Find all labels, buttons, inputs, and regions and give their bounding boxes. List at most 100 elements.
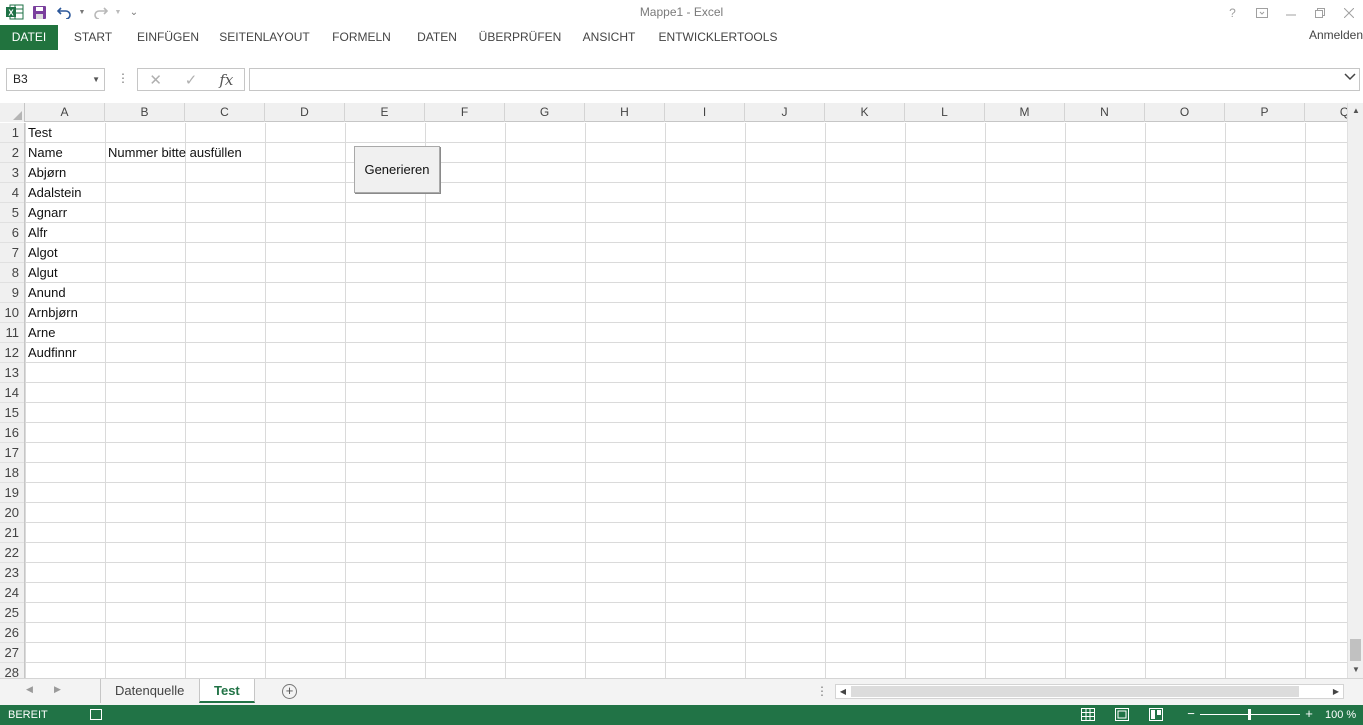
- row-header[interactable]: 28: [0, 663, 24, 678]
- row-header[interactable]: 27: [0, 643, 24, 663]
- zoom-in-icon[interactable]: +: [1304, 707, 1314, 720]
- tab-split-handle[interactable]: ⋮: [816, 684, 828, 698]
- row-header[interactable]: 22: [0, 543, 24, 563]
- cell-a9[interactable]: Anund: [25, 283, 66, 303]
- row-header[interactable]: 19: [0, 483, 24, 503]
- row-header[interactable]: 14: [0, 383, 24, 403]
- row-header[interactable]: 10: [0, 303, 24, 323]
- row-header[interactable]: 17: [0, 443, 24, 463]
- column-header[interactable]: P: [1225, 103, 1305, 122]
- column-header[interactable]: L: [905, 103, 985, 122]
- tab-data[interactable]: DATEN: [407, 25, 467, 50]
- row-header[interactable]: 2: [0, 143, 24, 163]
- tab-formulas[interactable]: FORMELN: [324, 25, 399, 50]
- add-sheet-icon[interactable]: +: [282, 684, 297, 699]
- close-icon[interactable]: [1334, 0, 1363, 25]
- cell-a5[interactable]: Agnarr: [25, 203, 67, 223]
- row-header[interactable]: 5: [0, 203, 24, 223]
- formula-input[interactable]: [249, 68, 1360, 91]
- column-header[interactable]: C: [185, 103, 265, 122]
- column-header[interactable]: F: [425, 103, 505, 122]
- column-header[interactable]: A: [25, 103, 105, 122]
- row-header[interactable]: 9: [0, 283, 24, 303]
- row-header[interactable]: 7: [0, 243, 24, 263]
- column-header[interactable]: I: [665, 103, 745, 122]
- row-header[interactable]: 13: [0, 363, 24, 383]
- help-icon[interactable]: ?: [1218, 0, 1247, 25]
- column-header[interactable]: M: [985, 103, 1065, 122]
- row-header[interactable]: 3: [0, 163, 24, 183]
- row-header[interactable]: 20: [0, 503, 24, 523]
- cell-area[interactable]: Test Name Nummer bitte ausfüllen Abjørn …: [25, 123, 1347, 678]
- column-header[interactable]: J: [745, 103, 825, 122]
- cell-a8[interactable]: Algut: [25, 263, 58, 283]
- confirm-entry-icon[interactable]: ✓: [173, 69, 208, 90]
- cell-a10[interactable]: Arnbjørn: [25, 303, 78, 323]
- ribbon-display-options-icon[interactable]: [1247, 0, 1276, 25]
- tab-page-layout[interactable]: SEITENLAYOUT: [213, 25, 316, 50]
- horizontal-scroll-thumb[interactable]: [851, 686, 1299, 697]
- insert-function-icon[interactable]: fx: [209, 69, 244, 90]
- cell-b2[interactable]: Nummer bitte ausfüllen: [105, 143, 242, 163]
- row-header[interactable]: 25: [0, 603, 24, 623]
- next-sheet-icon[interactable]: ▶: [54, 684, 61, 695]
- column-header[interactable]: N: [1065, 103, 1145, 122]
- column-header[interactable]: H: [585, 103, 665, 122]
- chevron-down-icon[interactable]: ▼: [92, 69, 100, 90]
- row-header[interactable]: 11: [0, 323, 24, 343]
- minimize-icon[interactable]: [1276, 0, 1305, 25]
- row-header[interactable]: 1: [0, 123, 24, 143]
- column-header[interactable]: B: [105, 103, 185, 122]
- zoom-level[interactable]: 100 %: [1325, 709, 1356, 721]
- column-header[interactable]: O: [1145, 103, 1225, 122]
- row-header[interactable]: 6: [0, 223, 24, 243]
- tab-start[interactable]: START: [62, 25, 124, 50]
- tab-insert[interactable]: EINFÜGEN: [128, 25, 208, 50]
- tab-file[interactable]: DATEI: [0, 25, 58, 50]
- tab-developer[interactable]: ENTWICKLERTOOLS: [653, 25, 783, 50]
- normal-view-icon[interactable]: [1080, 707, 1096, 722]
- cell-a2[interactable]: Name: [25, 143, 63, 163]
- column-header[interactable]: G: [505, 103, 585, 122]
- scroll-down-icon[interactable]: ▼: [1348, 662, 1363, 678]
- horizontal-scrollbar[interactable]: ◀ ▶: [835, 684, 1344, 699]
- row-header[interactable]: 4: [0, 183, 24, 203]
- sheet-tab-test[interactable]: Test: [199, 679, 255, 703]
- vertical-scrollbar[interactable]: ▲ ▼: [1347, 103, 1363, 678]
- scroll-up-icon[interactable]: ▲: [1348, 103, 1363, 119]
- generate-button[interactable]: Generieren: [354, 146, 440, 193]
- tab-review[interactable]: ÜBERPRÜFEN: [474, 25, 566, 50]
- scroll-right-icon[interactable]: ▶: [1329, 685, 1343, 698]
- page-layout-view-icon[interactable]: [1114, 707, 1130, 722]
- column-header[interactable]: E: [345, 103, 425, 122]
- vertical-scroll-thumb[interactable]: [1350, 639, 1361, 661]
- row-header[interactable]: 15: [0, 403, 24, 423]
- cell-a12[interactable]: Audfinnr: [25, 343, 76, 363]
- sheet-tab-datenquelle[interactable]: Datenquelle: [100, 679, 198, 703]
- row-header[interactable]: 24: [0, 583, 24, 603]
- select-all-corner[interactable]: [0, 103, 25, 122]
- row-header[interactable]: 23: [0, 563, 24, 583]
- restore-icon[interactable]: [1305, 0, 1334, 25]
- scroll-left-icon[interactable]: ◀: [836, 685, 850, 698]
- expand-formula-bar-icon[interactable]: [1344, 72, 1356, 84]
- row-header[interactable]: 8: [0, 263, 24, 283]
- zoom-slider-knob[interactable]: [1248, 708, 1251, 720]
- cell-a3[interactable]: Abjørn: [25, 163, 66, 183]
- row-header[interactable]: 12: [0, 343, 24, 363]
- cell-a11[interactable]: Arne: [25, 323, 55, 343]
- column-header[interactable]: K: [825, 103, 905, 122]
- cell-a1[interactable]: Test: [25, 123, 52, 143]
- row-header[interactable]: 26: [0, 623, 24, 643]
- row-header[interactable]: 16: [0, 423, 24, 443]
- cancel-entry-icon[interactable]: ✕: [138, 69, 173, 90]
- zoom-slider[interactable]: [1200, 708, 1300, 720]
- cell-a4[interactable]: Adalstein: [25, 183, 81, 203]
- column-header[interactable]: D: [265, 103, 345, 122]
- cell-a7[interactable]: Algot: [25, 243, 58, 263]
- formula-bar-resize-handle[interactable]: ⋮: [117, 71, 129, 85]
- cell-a6[interactable]: Alfr: [25, 223, 48, 243]
- sign-in-link[interactable]: Anmelden: [1309, 28, 1363, 42]
- tab-view[interactable]: ANSICHT: [573, 25, 645, 50]
- row-header[interactable]: 21: [0, 523, 24, 543]
